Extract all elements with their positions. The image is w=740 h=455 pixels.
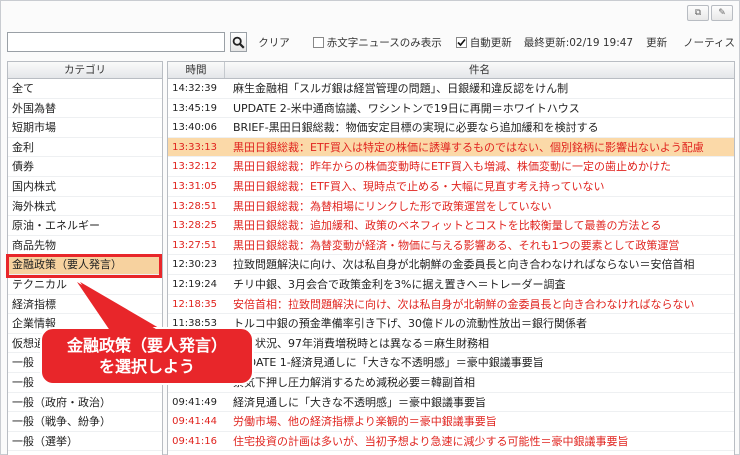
news-title: BRIEF-黒田日銀総裁：物価安定目標の実現に必要なら追加緩和を検討する (233, 121, 599, 135)
notice-button[interactable]: ノーティス (683, 35, 735, 50)
news-row[interactable]: 09:41:44 労働市場、他の経済指標より楽観的＝豪中銀議事要旨 (168, 412, 734, 432)
search-icon (232, 36, 245, 49)
news-row[interactable]: 13:40:06 BRIEF-黒田日銀総裁：物価安定目標の実現に必要なら追加緩和を… (168, 118, 734, 138)
news-time: 13:28:51 (172, 200, 217, 212)
news-header-row: 時間 件名 (168, 62, 734, 79)
search-input[interactable] (7, 32, 225, 52)
category-item[interactable]: 経済指標 (8, 295, 162, 315)
news-title: 黒田日銀総裁：ETF買入、現時点で止める・大幅に見直す考え持っていない (233, 179, 605, 193)
news-time: 09:41:44 (172, 416, 217, 428)
news-title: 今の状況、97年消費増税時とは異なる＝麻生財務相 (233, 336, 489, 350)
news-row[interactable]: 09:41:49 経済見通しに「大きな不透明感」＝豪中銀議事要旨 (168, 393, 734, 413)
news-time: 13:32:12 (172, 161, 217, 173)
pin-icon[interactable]: ✎ (711, 5, 733, 21)
news-time: 14:32:39 (172, 83, 217, 94)
news-title: 景気下押し圧力解消するため減税必要＝韓副首相 (233, 375, 475, 389)
callout-text: 金融政策（要人発言） を選択しよう (41, 335, 253, 377)
news-row[interactable]: 12:30:23 拉致問題解決に向け、次は私自身が北朝鮮の金委員長と向き合わなけれ… (168, 255, 734, 275)
news-row[interactable]: 12:19:24 チリ中銀、3月会合で政策金利を3%に据え置きへ＝トレーダー調査 (168, 275, 734, 295)
auto-update-checkbox[interactable] (455, 36, 467, 48)
news-row[interactable]: 09:41:16 住宅投資の計画は多いが、当初予想より急速に減少する可能性＝豪中銀… (168, 432, 734, 452)
news-title: UPDATE 2-米中通商協議、ワシントンで19日に再開＝ホワイトハウス (233, 101, 580, 115)
category-panel: カテゴリ 全て 外国為替 短期市場 金利 債券 国内株式 海外株式 原油・エネルギー 商品先物金… (7, 61, 163, 455)
news-window: ⧉ ✎ クリア 赤文字ニュースのみ表示 自動更新 最終更新:02/19 19:4… (0, 0, 740, 455)
checkmark-icon (457, 38, 466, 46)
news-time: 12:18:35 (172, 298, 217, 310)
auto-update-toggle[interactable]: 自動更新 (455, 35, 512, 50)
toolbar: クリア 赤文字ニュースのみ表示 自動更新 最終更新:02/19 19:47 更新… (7, 32, 735, 52)
news-time: 13:28:25 (172, 220, 217, 232)
news-title: 安倍首相：拉致問題解決に向け、次は私自身が北朝鮮の金委員長と向き合わなければなら… (233, 297, 695, 311)
category-item[interactable]: 金融政策（要人発言） (8, 255, 162, 275)
callout-line-1: 金融政策（要人発言） (66, 336, 227, 355)
news-time: 09:41:49 (172, 396, 217, 408)
window-controls: ⧉ ✎ (687, 5, 733, 21)
news-time: 12:30:23 (172, 259, 217, 271)
news-row[interactable]: 13:32:12 黒田日銀総裁：昨年からの株価変動時にETF買入も増減、株価変動に… (168, 157, 734, 177)
red-only-checkbox[interactable] (312, 36, 324, 48)
category-list: 全て 外国為替 短期市場 金利 債券 国内株式 海外株式 原油・エネルギー 商品先物 金融政策（要… (8, 79, 162, 452)
category-item[interactable]: テクニカル (8, 275, 162, 295)
category-item[interactable]: 短期市場 (8, 118, 162, 138)
news-list: 14:32:39 麻生金融相「スルガ銀は経営管理の問題」、日銀緩和違反認をけん制 1… (168, 79, 734, 452)
clear-button[interactable]: クリア (258, 35, 290, 50)
news-time: 13:31:05 (172, 180, 217, 192)
news-row[interactable]: 11:38:53 トルコ中銀の預金準備率引き下げ、30億ドルの流動性放出＝銀行関係… (168, 314, 734, 334)
red-only-label: 赤文字ニュースのみ表示 (326, 36, 442, 49)
restore-icon[interactable]: ⧉ (687, 5, 709, 21)
category-item[interactable]: 一般（政府・政治） (8, 393, 162, 413)
news-row[interactable]: 12:18:35 安倍首相：拉致問題解決に向け、次は私自身が北朝鮮の金委員長と向き… (168, 295, 734, 315)
news-title: 麻生金融相「スルガ銀は経営管理の問題」、日銀緩和違反認をけん制 (233, 82, 569, 95)
auto-update-label: 自動更新 (469, 36, 512, 49)
news-title: UPDATE 1-経済見通しに「大きな不透明感」＝豪中銀議事要旨 (233, 356, 544, 370)
search-button[interactable] (229, 32, 248, 52)
time-column-header[interactable]: 時間 (168, 62, 225, 78)
category-item[interactable]: 外国為替 (8, 99, 162, 119)
category-item[interactable]: 海外株式 (8, 197, 162, 217)
news-title: 住宅投資の計画は多いが、当初予想より急速に減少する可能性＝豪中銀議事要旨 (233, 434, 629, 448)
news-row[interactable]: 13:28:51 黒田日銀総裁：為替相場にリンクした形で政策運営をしていない (168, 197, 734, 217)
news-title: 黒田日銀総裁：ETF買入は特定の株価に誘導するものではない、個別銘柄に影響出ない… (233, 140, 704, 154)
category-item[interactable]: 全て (8, 79, 162, 99)
category-item[interactable]: 一般（戦争、紛争） (8, 412, 162, 432)
news-time: 11:38:53 (172, 318, 217, 330)
news-title: 経済見通しに「大きな不透明感」＝豪中銀議事要旨 (233, 395, 486, 409)
category-item[interactable]: 金利 (8, 138, 162, 158)
news-title: トルコ中銀の預金準備率引き下げ、30億ドルの流動性放出＝銀行関係者 (233, 317, 588, 331)
news-title: 黒田日銀総裁：昨年からの株価変動時にETF買入も増減、株価変動に一定の歯止めかけ… (233, 160, 671, 174)
category-item[interactable]: 一般（選挙） (8, 432, 162, 452)
news-time: 13:33:13 (172, 141, 217, 153)
title-column-header[interactable]: 件名 (225, 62, 734, 78)
news-time: 13:40:06 (172, 122, 217, 134)
news-title: 黒田日銀総裁：為替相場にリンクした形で政策運営をしていない (233, 199, 552, 213)
news-row[interactable]: 13:31:05 黒田日銀総裁：ETF買入、現時点で止める・大幅に見直す考え持って… (168, 177, 734, 197)
category-item[interactable]: 企業情報 (8, 314, 162, 334)
news-title: 拉致問題解決に向け、次は私自身が北朝鮮の金委員長と向き合わなければならない＝安倍… (233, 258, 695, 272)
news-time: 13:45:19 (172, 102, 217, 114)
news-time: 13:27:51 (172, 239, 217, 251)
news-row[interactable]: 13:33:13 黒田日銀総裁：ETF買入は特定の株価に誘導するものではない、個別… (168, 137, 734, 158)
last-update-text: 最終更新:02/19 19:47 (523, 36, 634, 49)
news-time: 12:19:24 (172, 278, 217, 290)
category-item[interactable]: 債券 (8, 157, 162, 177)
news-title: チリ中銀、3月会合で政策金利を3%に据え置きへ＝トレーダー調査 (233, 277, 566, 291)
news-title: 黒田日銀総裁：為替変動が経済・物価に与える影響ある、それも1つの要素として政策運… (233, 238, 680, 252)
red-only-toggle[interactable]: 赤文字ニュースのみ表示 (312, 35, 442, 50)
news-title: 黒田日銀総裁：追加緩和、政策のベネフィットとコストを比較衡量して最善の方法とる (233, 219, 662, 233)
news-row[interactable]: 13:27:51 黒田日銀総裁：為替変動が経済・物価に与える影響ある、それも1つの… (168, 236, 734, 256)
refresh-button[interactable]: 更新 (646, 35, 667, 50)
category-item[interactable]: 商品先物 (8, 236, 162, 256)
news-row[interactable]: 14:32:39 麻生金融相「スルガ銀は経営管理の問題」、日銀緩和違反認をけん制 (168, 79, 734, 99)
category-item[interactable]: 国内株式 (8, 177, 162, 197)
category-item[interactable]: 原油・エネルギー (8, 216, 162, 236)
news-title: 労働市場、他の経済指標より楽観的＝豪中銀議事要旨 (233, 415, 497, 429)
news-time: 09:41:16 (172, 435, 217, 447)
news-row[interactable]: 13:28:25 黒田日銀総裁：追加緩和、政策のベネフィットとコストを比較衡量して… (168, 216, 734, 236)
callout-line-2: を選択しよう (98, 357, 195, 376)
category-header: カテゴリ (8, 62, 162, 79)
news-panel: 時間 件名 14:32:39 麻生金融相「スルガ銀は経営管理の問題」、日銀緩和違反… (167, 61, 735, 455)
news-row[interactable]: 13:45:19 UPDATE 2-米中通商協議、ワシントンで19日に再開＝ホワイ… (168, 99, 734, 119)
